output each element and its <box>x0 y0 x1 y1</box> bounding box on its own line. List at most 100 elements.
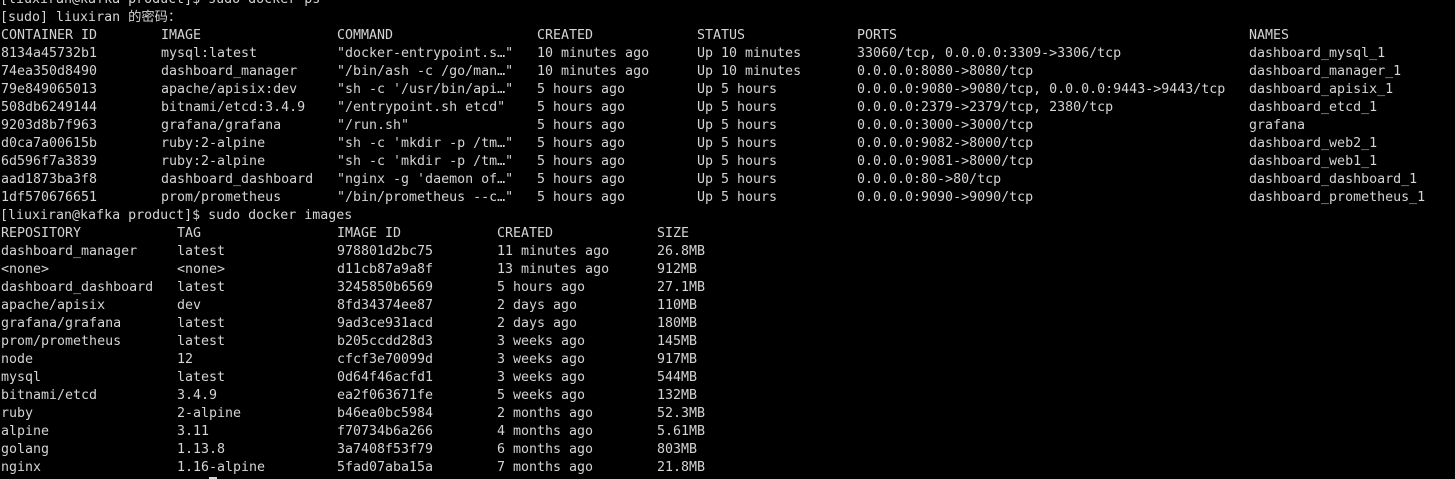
table-row-cell: 9203d8b7f963 <box>1 118 98 133</box>
table-row-cell: dashboard_prometheus_1 <box>1249 190 1426 205</box>
table-row-cell: apache/apisix <box>1 298 106 313</box>
table-row-cell: 27.1MB <box>657 280 706 295</box>
table-row-cell: 5 hours ago <box>537 136 626 151</box>
table-row-cell: 3.11 <box>177 424 210 439</box>
ps-header-row: CONTAINER ID IMAGE COMMAND CREATED STATUS POR… <box>0 27 1455 45</box>
table-row-cell: latest <box>177 316 226 331</box>
table-row-cell: 2 days ago <box>497 298 578 313</box>
table-row-cell: 2-alpine <box>177 406 242 421</box>
prompt-line: [liuxiran@kafka product]$ sudo docker ps <box>0 0 1455 9</box>
table-row-cell: 2 months ago <box>497 406 594 421</box>
table-row: 8134a45732b1 mysql:latest "docker-entrypoi… <box>0 45 1455 63</box>
table-row-cell: bitnami/etcd:3.4.9 <box>161 100 306 115</box>
table-row-cell: cfcf3e70099d <box>337 352 434 367</box>
table-row-cell: dashboard_dashboard_1 <box>1249 172 1418 187</box>
table-row-cell: d0ca7a00615b <box>1 136 98 151</box>
table-row-cell: 74ea350d8490 <box>1 64 98 79</box>
table-row-cell: 508db6249144 <box>1 100 98 115</box>
table-row-cell: 0.0.0.0:8080->8080/tcp <box>857 64 1034 79</box>
table-row-cell: 978801d2bc75 <box>337 244 434 259</box>
table-row-cell: 5.61MB <box>657 424 706 439</box>
table-row-cell: grafana <box>1249 118 1306 133</box>
table-row-cell: latest <box>177 334 226 349</box>
table-row-cell: 21.8MB <box>657 460 706 475</box>
table-row-cell: "/run.sh" <box>337 118 410 133</box>
table-row-cell: "nginx -g 'daemon of…" <box>337 172 514 187</box>
table-row-cell: dashboard_apisix_1 <box>1249 82 1394 97</box>
table-row-cell: 132MB <box>657 388 698 403</box>
ps-header-row-cell: PORTS <box>857 28 898 43</box>
table-row-cell: 10 minutes ago <box>537 64 650 79</box>
table-row-cell: dashboard_manager_1 <box>1249 64 1402 79</box>
table-row-cell: 5 hours ago <box>537 100 626 115</box>
table-row-cell: 12 <box>177 352 194 367</box>
table-row-cell: ruby <box>1 406 34 421</box>
table-row-cell: 180MB <box>657 316 698 331</box>
terminal-window[interactable]: [liuxiran@kafka product]$ sudo docker ps… <box>0 0 1455 477</box>
images-header-row-cell: CREATED <box>497 226 554 241</box>
table-row-cell: 145MB <box>657 334 698 349</box>
table-row: 9203d8b7f963 grafana/grafana "/run.sh" 5 ho… <box>0 117 1455 135</box>
table-row-cell: 11 minutes ago <box>497 244 610 259</box>
table-row: 508db6249144 bitnami/etcd:3.4.9 "/entrypoi… <box>0 99 1455 117</box>
table-row: ruby 2-alpine b46ea0bc5984 2 months ago 52.3… <box>0 405 1455 423</box>
table-row-cell: 1.16-alpine <box>177 460 266 475</box>
table-row-cell: <none> <box>177 262 226 277</box>
table-row-cell: dashboard_dashboard <box>161 172 314 187</box>
table-row-cell: nginx <box>1 460 42 475</box>
table-row-cell: golang <box>1 442 50 457</box>
table-row: node 12 cfcf3e70099d 3 weeks ago 917MB <box>0 351 1455 369</box>
ps-header-row-cell: CONTAINER ID <box>1 28 98 43</box>
images-header-row-cell: TAG <box>177 226 202 241</box>
table-row-cell: 1.13.8 <box>177 442 226 457</box>
table-row-cell: "sh -c 'mkdir -p /tm…" <box>337 136 514 151</box>
table-row: alpine 3.11 f70734b6a266 4 months ago 5.61MB <box>0 423 1455 441</box>
table-row-cell: 0.0.0.0:3000->3000/tcp <box>857 118 1034 133</box>
table-row-cell: Up 5 hours <box>697 154 778 169</box>
table-row-cell: 52.3MB <box>657 406 706 421</box>
table-row-cell: 917MB <box>657 352 698 367</box>
table-row-cell: 5 hours ago <box>537 190 626 205</box>
table-row-cell: 33060/tcp, 0.0.0.0:3309->3306/tcp <box>857 46 1122 61</box>
table-row-cell: Up 5 hours <box>697 172 778 187</box>
table-row-cell: 3a7408f53f79 <box>337 442 434 457</box>
table-row-cell: 5 hours ago <box>537 118 626 133</box>
table-row-cell: 0d64f46acfd1 <box>337 370 434 385</box>
table-row-cell: "/bin/ash -c /go/man…" <box>337 64 514 79</box>
table-row: mysql latest 0d64f46acfd1 3 weeks ago 544MB <box>0 369 1455 387</box>
table-row-cell: dashboard_manager <box>1 244 138 259</box>
table-row-cell: ea2f063671fe <box>337 388 434 403</box>
table-row-cell: 3.4.9 <box>177 388 218 403</box>
table-row-cell: 0.0.0.0:2379->2379/tcp, 2380/tcp <box>857 100 1114 115</box>
table-row: grafana/grafana latest 9ad3ce931acd 2 days … <box>0 315 1455 333</box>
table-row-cell: 79e849065013 <box>1 82 98 97</box>
table-row-cell: f70734b6a266 <box>337 424 434 439</box>
table-row: 74ea350d8490 dashboard_manager "/bin/ash -… <box>0 63 1455 81</box>
table-row-cell: 5fad07aba15a <box>337 460 434 475</box>
table-row-cell: 912MB <box>657 262 698 277</box>
ps-header-row-cell: IMAGE <box>161 28 202 43</box>
docker-ps-output: CONTAINER ID IMAGE COMMAND CREATED STATUS POR… <box>0 27 1455 207</box>
table-row-cell: 6d596f7a3839 <box>1 154 98 169</box>
table-row-cell: latest <box>177 244 226 259</box>
table-row-cell: dashboard_web2_1 <box>1249 136 1378 151</box>
table-row-cell: 110MB <box>657 298 698 313</box>
table-row-cell: Up 5 hours <box>697 190 778 205</box>
table-row-cell: "/entrypoint.sh etcd" <box>337 100 506 115</box>
table-row-cell: dashboard_etcd_1 <box>1249 100 1378 115</box>
table-row-cell: 6 months ago <box>497 442 594 457</box>
images-header-row-cell: REPOSITORY <box>1 226 82 241</box>
table-row: bitnami/etcd 3.4.9 ea2f063671fe 5 weeks ago… <box>0 387 1455 405</box>
table-row-cell: ruby:2-alpine <box>161 154 266 169</box>
table-row-cell: latest <box>177 280 226 295</box>
table-row-cell: 3245850b6569 <box>337 280 434 295</box>
table-row: dashboard_manager latest 978801d2bc75 11 mi… <box>0 243 1455 261</box>
table-row-cell: mysql:latest <box>161 46 258 61</box>
table-row-cell: Up 5 hours <box>697 100 778 115</box>
table-row-cell: 0.0.0.0:9080->9080/tcp, 0.0.0.0:9443->94… <box>857 82 1226 97</box>
table-row-cell: "docker-entrypoint.s…" <box>337 46 514 61</box>
table-row: d0ca7a00615b ruby:2-alpine "sh -c 'mkdir -… <box>0 135 1455 153</box>
table-row-cell: 5 hours ago <box>537 82 626 97</box>
prompt-line: [liuxiran@kafka product]$ sudo docker im… <box>0 208 353 223</box>
sudo-password-prompt: [sudo] liuxiran 的密码： <box>0 10 182 25</box>
